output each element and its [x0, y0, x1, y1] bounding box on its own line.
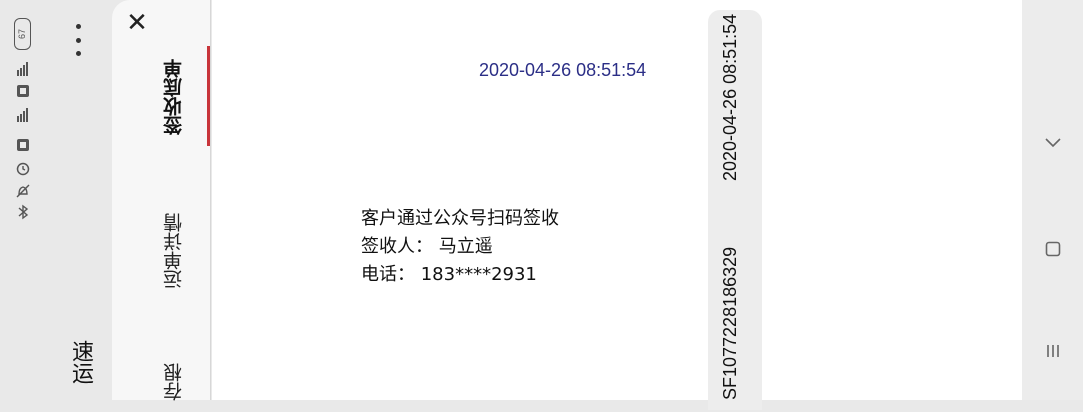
- hd-icon: [14, 138, 32, 155]
- divider: [210, 0, 211, 400]
- sign-time: 2020-04-26 08:51:54: [479, 60, 647, 80]
- alarm-icon: [14, 160, 32, 179]
- battery-icon: 67: [14, 18, 31, 50]
- more-options-icon[interactable]: [66, 24, 90, 56]
- signer-name: 签收人： 马立遥: [361, 236, 493, 257]
- silent-icon: [14, 183, 32, 202]
- chevron-down-icon[interactable]: [1040, 130, 1066, 156]
- signal-4g-icon: [14, 106, 32, 127]
- close-icon[interactable]: ✕: [124, 10, 150, 36]
- hd-icon: [14, 84, 32, 101]
- tab-signed-receipt[interactable]: 签收底单: [160, 52, 210, 142]
- app-title: 速运: [68, 340, 93, 384]
- waybill-number: SF1077228186329: [720, 246, 740, 400]
- battery-level: 67: [17, 28, 28, 40]
- signal-4g-icon: [14, 60, 32, 81]
- signer-phone: 电话： 183****2931: [361, 264, 537, 285]
- side-time: 2020-04-26 08:51:54: [720, 14, 740, 182]
- bluetooth-icon: [14, 204, 32, 223]
- tab-waybill-details[interactable]: 运单详情: [160, 205, 210, 297]
- home-square-icon[interactable]: [1040, 236, 1066, 262]
- sign-method: 客户通过公众号扫码签收: [361, 208, 559, 229]
- tab-stub[interactable]: 存根: [160, 352, 210, 412]
- recent-apps-icon[interactable]: [1040, 338, 1066, 364]
